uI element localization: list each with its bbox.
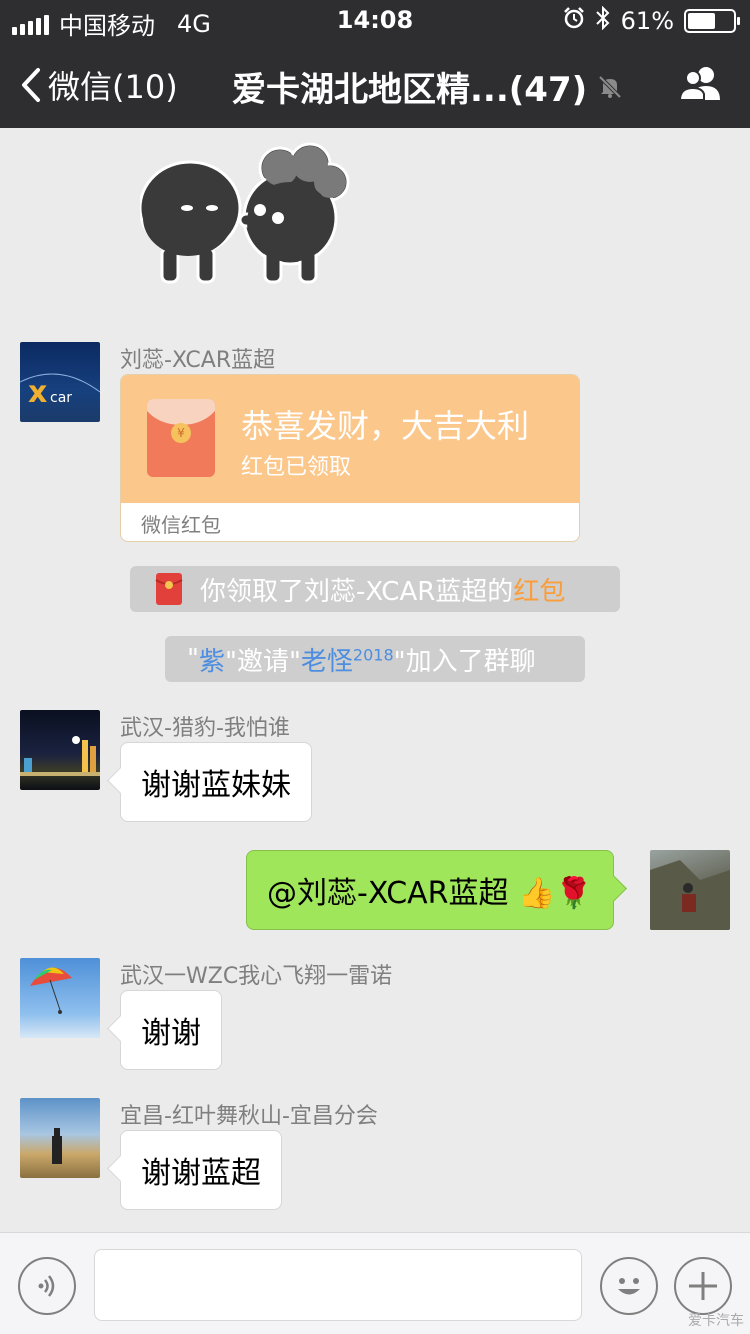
red-packet-footer: 微信红包 bbox=[141, 513, 221, 537]
voice-button[interactable] bbox=[18, 1257, 76, 1315]
red-envelope-icon: ¥ bbox=[147, 399, 215, 477]
system-notice-redpacket: 你领取了刘蕊-XCAR蓝超的 红包 bbox=[130, 566, 620, 612]
back-label: 微信(10) bbox=[48, 68, 178, 106]
emoji-button[interactable] bbox=[600, 1257, 658, 1315]
message-input[interactable] bbox=[94, 1249, 582, 1321]
sender-name: 刘蕊-XCAR蓝超 bbox=[120, 348, 276, 373]
battery-percent: 61% bbox=[620, 7, 674, 35]
status-right: 61% bbox=[563, 5, 740, 36]
input-bar: 爱卡汽车 bbox=[0, 1232, 750, 1334]
bluetooth-icon bbox=[595, 5, 611, 36]
svg-text:x: x bbox=[28, 375, 47, 410]
chat-title: 爱卡湖北地区精...(47) bbox=[232, 62, 623, 111]
sender-name: 宜昌-红叶舞秋山-宜昌分会 bbox=[120, 1104, 378, 1129]
sender-name: 武汉-猎豹-我怕谁 bbox=[120, 716, 290, 741]
back-chevron-icon bbox=[22, 68, 40, 102]
group-members-icon bbox=[678, 67, 720, 101]
couple-sticker bbox=[140, 142, 350, 284]
avatar[interactable] bbox=[20, 710, 100, 790]
avatar[interactable]: x car bbox=[20, 342, 100, 422]
message-bubble[interactable]: 谢谢蓝超 bbox=[120, 1130, 282, 1210]
red-packet-wish: 恭喜发财，大吉大利 bbox=[241, 407, 530, 445]
message-text: 谢谢蓝妹妹 bbox=[141, 768, 291, 803]
voice-icon bbox=[38, 1275, 55, 1297]
red-packet-link[interactable]: 红包 bbox=[513, 571, 565, 608]
group-members-button[interactable] bbox=[678, 64, 726, 108]
message-text: 谢谢蓝超 bbox=[141, 1156, 261, 1191]
more-button[interactable] bbox=[674, 1257, 732, 1315]
watermark: 爱卡汽车 bbox=[688, 1313, 744, 1329]
emoji-icon bbox=[618, 1278, 640, 1295]
red-envelope-small-icon bbox=[155, 573, 183, 605]
my-message-bubble[interactable]: @刘蕊-XCAR蓝超 👍🌹 bbox=[246, 850, 614, 930]
battery-icon bbox=[684, 9, 740, 33]
my-avatar[interactable] bbox=[650, 850, 730, 930]
message-bubble[interactable]: 谢谢蓝妹妹 bbox=[120, 742, 312, 822]
svg-text:car: car bbox=[50, 390, 72, 406]
nav-bar: 微信(10) 爱卡湖北地区精...(47) bbox=[0, 40, 750, 128]
quote-mark: " bbox=[187, 644, 199, 674]
invitee-link[interactable]: 老怪2018 bbox=[301, 641, 394, 678]
invite-text: "邀请" bbox=[224, 646, 301, 677]
avatar[interactable] bbox=[20, 1098, 100, 1178]
red-packet-card[interactable]: ¥ 恭喜发财，大吉大利 红包已领取 微信红包 bbox=[120, 374, 580, 542]
inviter-link[interactable]: 紫 bbox=[199, 641, 225, 678]
message-text: @刘蕊-XCAR蓝超 👍🌹 bbox=[267, 876, 593, 911]
invite-tail-text: "加入了群聊 bbox=[393, 646, 536, 677]
avatar[interactable] bbox=[20, 958, 100, 1038]
back-button[interactable]: 微信(10) bbox=[20, 62, 178, 108]
red-packet-status: 红包已领取 bbox=[241, 455, 352, 480]
mute-bell-icon bbox=[598, 75, 622, 98]
message-bubble[interactable]: 谢谢 bbox=[120, 990, 222, 1070]
chat-title-text: 爱卡湖北地区精...(47) bbox=[232, 70, 588, 110]
status-bar: 中国移动 4G 14:08 61% bbox=[0, 0, 750, 40]
plus-icon bbox=[689, 1272, 717, 1300]
chat-area[interactable]: x car 刘蕊-XCAR蓝超 ¥ 恭喜发财，大吉大利 红包已领取 微信红包 你领… bbox=[0, 128, 750, 1232]
system-notice-invite: " 紫 "邀请" 老怪2018 "加入了群聊 bbox=[165, 636, 585, 682]
sender-name: 武汉一WZC我心飞翔一雷诺 bbox=[120, 964, 393, 989]
message-text: 谢谢 bbox=[141, 1016, 201, 1051]
system-notice-text: 你领取了刘蕊-XCAR蓝超的 bbox=[200, 576, 514, 607]
alarm-icon bbox=[563, 7, 585, 35]
